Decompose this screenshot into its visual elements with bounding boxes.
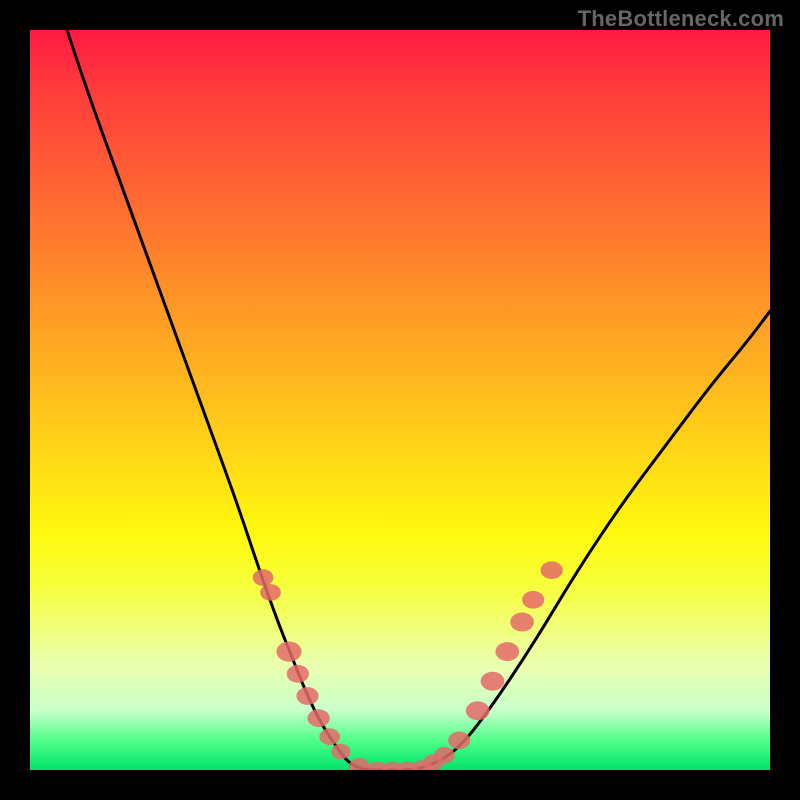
data-marker [495, 642, 519, 661]
data-marker [331, 744, 350, 759]
data-marker [308, 709, 330, 727]
chart-frame: TheBottleneck.com [0, 0, 800, 800]
data-marker [466, 701, 490, 720]
watermark-text: TheBottleneck.com [578, 6, 784, 32]
data-marker [510, 613, 534, 632]
data-marker [260, 584, 281, 601]
data-marker [349, 758, 370, 770]
data-marker [448, 732, 470, 750]
plot-area [30, 30, 770, 770]
data-marker [541, 561, 563, 579]
data-marker [287, 665, 309, 683]
data-marker [253, 569, 274, 586]
data-marker [296, 687, 318, 705]
data-markers [253, 561, 563, 770]
data-marker [481, 672, 505, 691]
data-marker [276, 642, 301, 662]
data-marker [319, 728, 340, 745]
data-marker [522, 591, 544, 609]
bottleneck-curve [67, 30, 770, 770]
chart-svg [30, 30, 770, 770]
data-marker [434, 747, 455, 764]
